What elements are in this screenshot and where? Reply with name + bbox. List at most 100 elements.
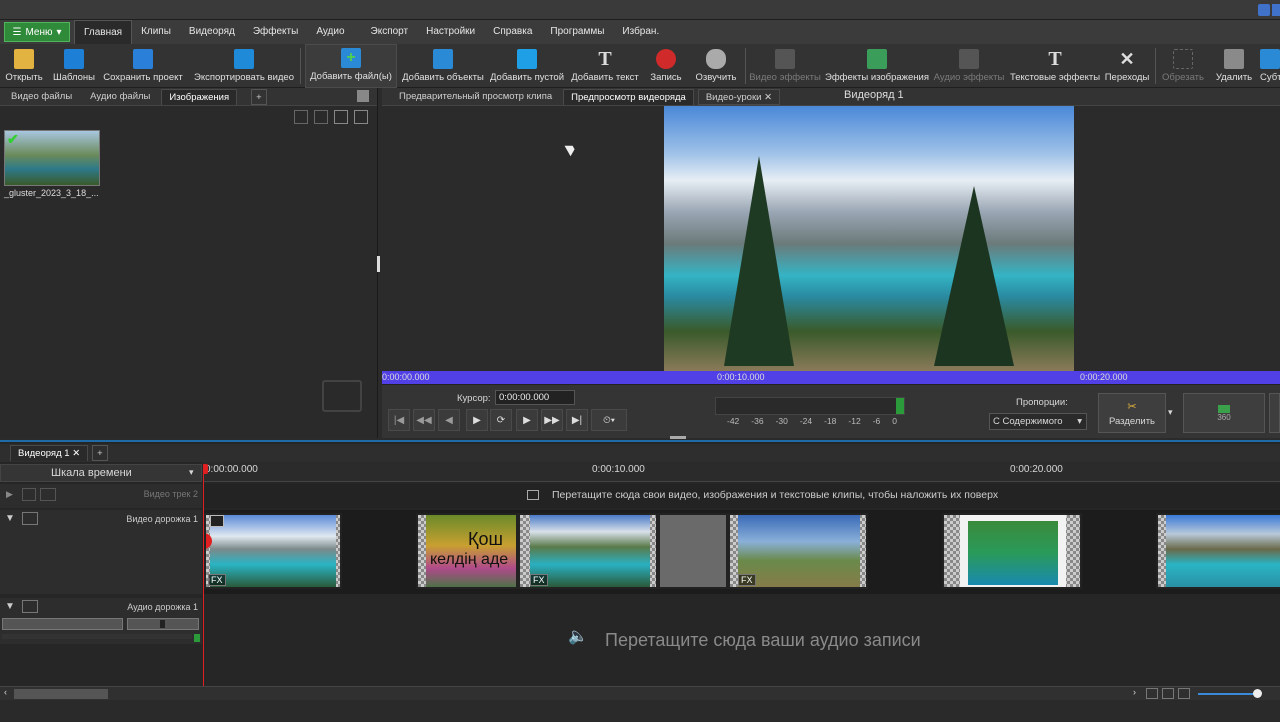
record-button[interactable]: Запись [648, 44, 684, 88]
close-icon[interactable]: ✕ [764, 92, 772, 103]
add-timeline-tab-button[interactable]: + [92, 445, 108, 461]
clip-2[interactable]: Қош келдің аде [416, 513, 518, 589]
menu-favorites[interactable]: Избран. [613, 20, 668, 44]
clip-6[interactable] [1156, 513, 1280, 589]
menu-programs[interactable]: Программы [541, 20, 613, 44]
preview-tabs: Предварительный просмотр клипа Предпросм… [382, 88, 1280, 106]
main-menu-button[interactable]: ☰ Меню ▾ [4, 22, 70, 42]
tab-audio-files[interactable]: Аудио файлы [83, 89, 157, 105]
split-dropdown-icon[interactable]: ▾ [1168, 407, 1173, 418]
scroll-left-icon[interactable]: ‹ [4, 687, 7, 697]
templates-button[interactable]: Шаблоны [52, 44, 96, 88]
open-button[interactable]: Открыть [4, 44, 44, 88]
crop-button[interactable]: Обрезать [1160, 44, 1206, 88]
extra-button[interactable] [1269, 393, 1280, 433]
fit-icon[interactable] [1146, 688, 1158, 699]
list-view-icon[interactable] [354, 110, 368, 124]
delete-button[interactable]: Удалить [1212, 44, 1256, 88]
clip-4[interactable]: FX [728, 513, 868, 589]
prev-clip-icon[interactable]: ◀◀ [413, 409, 435, 431]
tab-images[interactable]: Изображения [161, 89, 238, 105]
add-text-button[interactable]: T Добавить текст [570, 44, 640, 88]
transition-icon[interactable] [210, 515, 224, 527]
transition-gap[interactable] [658, 513, 728, 589]
tab-clip-preview[interactable]: Предварительный просмотр клипа [392, 89, 559, 105]
zoom-slider[interactable] [1198, 693, 1258, 695]
save-project-button[interactable]: Сохранить проект [102, 44, 184, 88]
timeline-ruler[interactable]: 0:00:00.000 0:00:10.000 0:00:20.000 [203, 462, 1280, 482]
share-icon[interactable] [1272, 4, 1280, 16]
clip-5[interactable] [942, 513, 1082, 589]
scrollbar-thumb[interactable] [14, 689, 108, 699]
menu-help[interactable]: Справка [484, 20, 541, 44]
subtitles-button[interactable]: Субт [1260, 44, 1280, 88]
panel-resize-handle[interactable] [670, 436, 686, 439]
menu-audio[interactable]: Аудио [307, 20, 353, 44]
tab-timeline-preview[interactable]: Предпросмотр видеоряда [563, 88, 694, 105]
menu-settings[interactable]: Настройки [417, 20, 484, 44]
media-thumbnail[interactable]: ✔ [4, 130, 100, 186]
cursor-time-field[interactable]: 0:00:00.000 [495, 390, 575, 405]
menu-effects[interactable]: Эффекты [244, 20, 307, 44]
preview-scrubber[interactable]: 0:00:00.000 0:00:10.000 0:00:20.000 [382, 371, 1280, 384]
speed-icon[interactable]: ⏲▾ [591, 409, 627, 431]
tab-video-files[interactable]: Видео файлы [4, 89, 79, 105]
voice-button[interactable]: Озвучить [694, 44, 738, 88]
new-folder-icon[interactable] [334, 110, 348, 124]
speaker-icon[interactable] [22, 600, 38, 613]
audio-track-1[interactable]: 🔈 Перетащите сюда ваши аудио записи [203, 598, 1280, 686]
tab-video-lessons[interactable]: Видео-уроки ✕ [697, 88, 781, 105]
add-tab-button[interactable]: + [251, 89, 267, 105]
go-end-icon[interactable]: ▶| [566, 409, 588, 431]
track-group-icon[interactable] [40, 488, 56, 501]
next-clip-icon[interactable]: ▶▶ [541, 409, 563, 431]
clip-3[interactable]: FX [518, 513, 658, 589]
panel-splitter[interactable] [377, 256, 380, 272]
close-icon[interactable]: ✕ [72, 448, 80, 459]
collapse-icon[interactable]: ▼ [5, 513, 15, 524]
zoom-slider-knob[interactable] [1253, 689, 1262, 698]
overlay-track[interactable]: Перетащите сюда свои видео, изображения … [203, 484, 1280, 508]
image-effects-button[interactable]: Эффекты изображения [825, 44, 929, 88]
media-panel: Видео файлы Аудио файлы Изображения + ✔ … [0, 88, 380, 438]
menu-clips[interactable]: Клипы [132, 20, 180, 44]
timeline-scrollbar[interactable]: ‹ › [0, 686, 1280, 700]
next-frame-icon[interactable]: ▶ [516, 409, 538, 431]
add-blank-button[interactable]: Добавить пустой [490, 44, 564, 88]
audio-volume-slider[interactable] [2, 618, 123, 630]
track-visibility-icon[interactable] [22, 512, 38, 525]
zoom-out-icon[interactable] [1178, 688, 1190, 699]
prev-frame-icon[interactable]: ◀ [438, 409, 460, 431]
loop-icon[interactable]: ⟳ [490, 409, 512, 431]
delete-media-icon[interactable] [314, 110, 328, 124]
collapse-icon[interactable]: ▼ [5, 601, 15, 612]
tab-timeline-1[interactable]: Видеоряд 1 ✕ [10, 445, 89, 461]
proportions-select[interactable]: С Содержимого ▾ [989, 413, 1087, 430]
audio-effects-button[interactable]: Аудио эффекты [934, 44, 1004, 88]
sort-icon[interactable] [294, 110, 308, 124]
menu-home[interactable]: Главная [74, 20, 133, 44]
play-icon[interactable]: ▶ [466, 409, 488, 431]
clip-1[interactable]: FX [204, 513, 342, 589]
text-effects-button[interactable]: T Текстовые эффекты [1010, 44, 1100, 88]
balance-knob[interactable] [160, 620, 165, 628]
track-eye-icon[interactable] [22, 488, 36, 501]
add-objects-button[interactable]: Добавить объекты [402, 44, 484, 88]
360-button[interactable]: 360 [1183, 393, 1265, 433]
menu-video[interactable]: Видеоряд [180, 20, 244, 44]
transitions-button[interactable]: ✕ Переходы [1104, 44, 1150, 88]
video-effects-button[interactable]: Видео эффекты [749, 44, 821, 88]
go-start-icon[interactable]: |◀ [388, 409, 410, 431]
like-icon[interactable] [1258, 4, 1270, 16]
add-files-button[interactable]: + Добавить файл(ы) [305, 44, 397, 88]
split-button[interactable]: ✂ Разделить [1098, 393, 1166, 433]
menu-export[interactable]: Экспорт [362, 20, 418, 44]
audio-balance-slider[interactable] [127, 618, 199, 630]
scroll-right-icon[interactable]: › [1133, 687, 1136, 697]
timeline-scale-select[interactable]: Шкала времени ▾ [0, 464, 202, 482]
export-video-button[interactable]: Экспортировать видео [194, 44, 294, 88]
pin-icon[interactable] [357, 90, 369, 102]
zoom-in-icon[interactable] [1162, 688, 1174, 699]
expand-icon[interactable]: ▶ [6, 489, 13, 500]
folder-icon [14, 49, 34, 69]
